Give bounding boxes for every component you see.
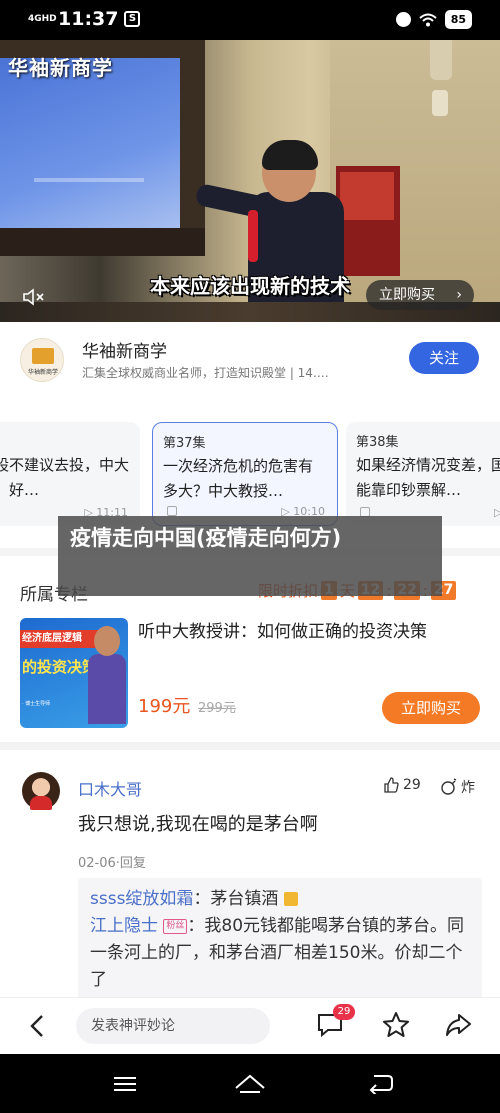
system-nav-bar bbox=[0, 1054, 500, 1113]
episode-title: 涂美股不建议去投，中大教授：好… bbox=[0, 456, 130, 499]
podium-sign bbox=[340, 172, 394, 220]
course-original-price: 299元 bbox=[198, 701, 236, 716]
chevron-right-icon: › bbox=[456, 287, 462, 303]
video-buy-button[interactable]: 立即购买 › bbox=[366, 280, 474, 310]
video-buy-label: 立即购买 bbox=[379, 287, 435, 303]
bottom-action-bar: 发表神评妙论 29 bbox=[0, 997, 500, 1054]
episode-card[interactable]: 集 涂美股不建议去投，中大教授：好… ▷ 11:11 bbox=[0, 422, 140, 526]
cover-top-text: 经济底层逻辑 bbox=[20, 630, 100, 648]
cover-person-body bbox=[88, 654, 126, 724]
video-channel-logo: 华袖新商学 bbox=[8, 56, 113, 80]
beer-icon bbox=[283, 892, 298, 906]
episode-number: 集 bbox=[0, 431, 130, 450]
comment-date: 02-06 bbox=[78, 856, 116, 871]
back-arrow-icon[interactable] bbox=[28, 1014, 46, 1038]
status-bar: 4GHD 11:37 S 85 bbox=[0, 0, 500, 40]
screen-text-line bbox=[34, 178, 144, 182]
alarm-icon bbox=[395, 12, 411, 27]
speaker-hair bbox=[262, 140, 318, 170]
comment-section: 口木大哥 29 炸 我只想说,我现在喝的是茅台啊 02-06·回复 ssss绽放… bbox=[0, 742, 500, 1005]
reply-item: ssss绽放如霜：茅台镇酒 bbox=[90, 886, 470, 913]
wifi-icon bbox=[419, 13, 437, 26]
comment-count-badge: 29 bbox=[333, 1004, 355, 1020]
clock: 11:37 bbox=[58, 8, 119, 30]
app-screen: 4GHD 11:37 S 85 华袖新商学 本来应该出现新的技术 立即购买 › … bbox=[0, 0, 500, 1113]
reply-user[interactable]: 江上隐士 bbox=[90, 916, 158, 936]
reply-thread[interactable]: ssss绽放如霜：茅台镇酒 江上隐士 粉丝 ：我80元钱都能喝茅台镇的茅台。同一条… bbox=[78, 878, 482, 1005]
battery-indicator: 85 bbox=[444, 10, 472, 29]
episode-duration: ▷ 10 bbox=[494, 506, 500, 519]
episode-title: 一次经济危机的危害有多大？中大教授… bbox=[163, 457, 314, 500]
mute-icon[interactable] bbox=[22, 287, 46, 307]
reply-user[interactable]: ssss绽放如霜 bbox=[90, 889, 193, 909]
projector-screen bbox=[0, 58, 180, 230]
episode-title: 如果经济情况变差，国家能靠印钞票解… bbox=[356, 456, 500, 499]
avatar-detail bbox=[30, 796, 52, 810]
avatar-text: 华袖新商学 bbox=[27, 369, 58, 376]
episode-card-current[interactable]: 第37集 一次经济危机的危害有多大？中大教授… ▷ 10:10 bbox=[152, 422, 338, 526]
bomb-label: 炸 bbox=[461, 780, 475, 796]
book-icon bbox=[32, 348, 54, 364]
cover-foot-text: · 博士生导师 bbox=[22, 701, 51, 707]
channel-description: 汇集全球权威商业名师，打造知识殿堂 | 14.… bbox=[82, 366, 329, 380]
menu-icon[interactable] bbox=[113, 1076, 137, 1092]
episode-carousel[interactable]: 集 涂美股不建议去投，中大教授：好… ▷ 11:11 第37集 一次经济危机的危… bbox=[0, 402, 500, 532]
lock-icon bbox=[167, 506, 177, 516]
nav-back-icon[interactable] bbox=[368, 1072, 394, 1094]
course-buy-button[interactable]: 立即购买 bbox=[382, 692, 480, 724]
episode-card[interactable]: 第38集 如果经济情况变差，国家能靠印钞票解… ▷ 10 bbox=[346, 422, 500, 526]
reply-link[interactable]: ·回复 bbox=[116, 856, 146, 871]
bomb-button[interactable]: 炸 bbox=[440, 777, 475, 797]
comment-text: 我只想说,我现在喝的是茅台啊 bbox=[78, 814, 318, 835]
course-cover[interactable]: 经济底层逻辑 的投资决策 · 博士生导师 bbox=[20, 618, 128, 728]
thumbs-up-icon bbox=[384, 777, 399, 793]
share-icon[interactable] bbox=[444, 1011, 472, 1039]
commenter-name[interactable]: 口木大哥 bbox=[78, 776, 142, 800]
bomb-icon bbox=[441, 778, 457, 795]
home-icon[interactable] bbox=[234, 1072, 266, 1094]
follow-button[interactable]: 关注 bbox=[409, 342, 479, 374]
status-right: 85 bbox=[395, 10, 472, 29]
ceiling-lamp bbox=[430, 40, 452, 80]
article-title-overlay: 疫情走向中国(疫情走向何方) bbox=[58, 516, 442, 596]
comment-input[interactable]: 发表神评妙论 bbox=[76, 1008, 270, 1044]
episode-number: 第37集 bbox=[163, 436, 206, 451]
comment-meta: 02-06·回复 bbox=[78, 852, 146, 871]
overlay-title: 疫情走向中国(疫情走向何方) bbox=[70, 526, 342, 550]
like-count: 29 bbox=[403, 777, 421, 793]
course-title[interactable]: 听中大教授讲：如何做正确的投资决策 bbox=[138, 620, 483, 645]
notification-icon: S bbox=[124, 11, 141, 27]
microphone bbox=[248, 210, 258, 262]
status-left: 4GHD 11:37 S bbox=[28, 8, 141, 30]
like-button[interactable]: 29 bbox=[383, 777, 421, 793]
wall-lamp bbox=[432, 90, 448, 116]
star-icon[interactable] bbox=[382, 1011, 410, 1039]
course-price: 199元 bbox=[138, 696, 191, 717]
network-indicator: 4GHD bbox=[28, 13, 57, 24]
video-player[interactable]: 华袖新商学 本来应该出现新的技术 立即购买 › bbox=[0, 40, 500, 322]
cover-person-head bbox=[94, 626, 120, 656]
channel-info: 华袖新商学 华袖新商学 汇集全球权威商业名师，打造知识殿堂 | 14.… 关注 bbox=[0, 322, 500, 402]
reply-item: 江上隐士 粉丝 ：我80元钱都能喝茅台镇的茅台。同一条河上的厂，和茅台酒厂相差15… bbox=[90, 913, 470, 994]
screen-base bbox=[0, 228, 205, 256]
fan-badge: 粉丝 bbox=[163, 918, 188, 934]
episode-number: 第38集 bbox=[356, 435, 399, 450]
channel-avatar[interactable]: 华袖新商学 bbox=[20, 338, 64, 382]
channel-name[interactable]: 华袖新商学 bbox=[82, 337, 167, 362]
reply-text: ：茅台镇酒 bbox=[193, 889, 279, 909]
